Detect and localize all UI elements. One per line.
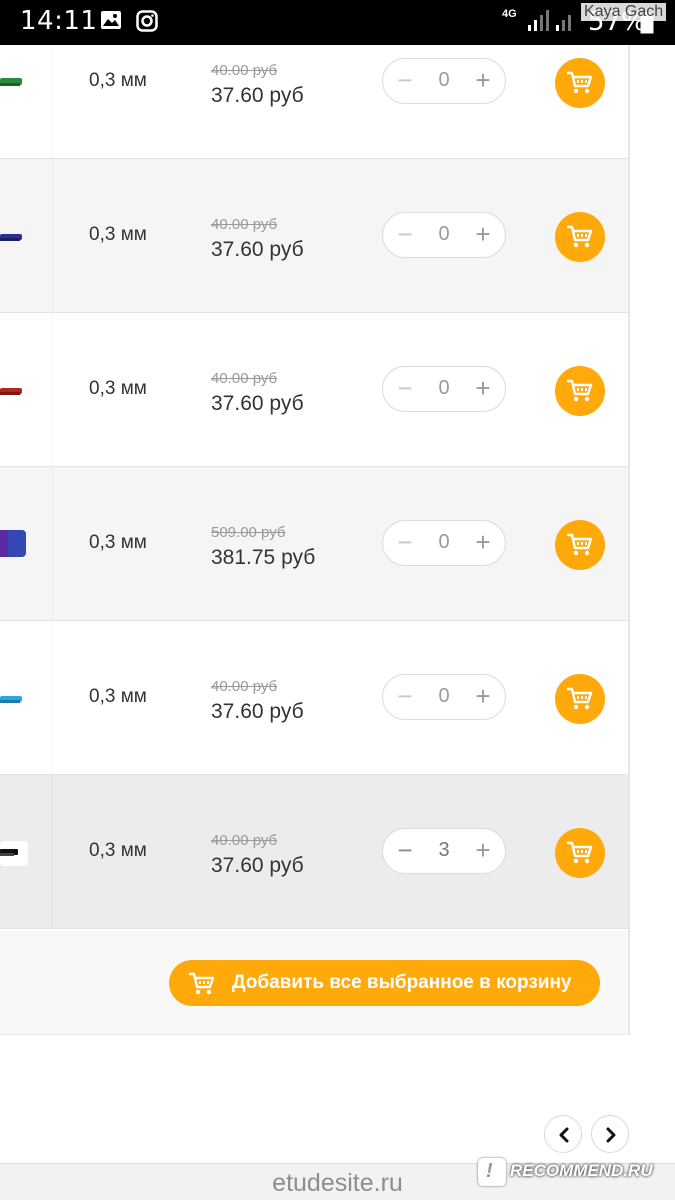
- price: 37.60 руб: [211, 854, 304, 877]
- old-price: 40.00 руб: [211, 216, 278, 233]
- product-color-swatch[interactable]: [0, 693, 24, 712]
- price: 37.60 руб: [211, 700, 304, 723]
- thickness-value: 0,3 мм: [89, 840, 147, 861]
- cart-icon: [566, 225, 593, 248]
- thickness-value: 0,3 мм: [89, 224, 147, 245]
- table-row: 0,3 мм 40.00 руб 37.60 руб − 0 +: [0, 5, 628, 159]
- add-to-cart-button[interactable]: [555, 828, 605, 878]
- quantity-value[interactable]: 0: [423, 69, 465, 92]
- product-color-swatch[interactable]: [0, 530, 28, 563]
- price: 37.60 руб: [211, 392, 304, 415]
- quantity-value[interactable]: 0: [423, 531, 465, 554]
- old-price: 40.00 руб: [211, 370, 278, 387]
- old-price: 40.00 руб: [211, 62, 278, 79]
- product-color-swatch[interactable]: [0, 385, 24, 404]
- add-all-label: Добавить все выбранное в корзину: [232, 972, 572, 993]
- increase-button[interactable]: +: [467, 835, 499, 867]
- thickness-value: 0,3 мм: [89, 532, 147, 553]
- decrease-button[interactable]: −: [389, 373, 421, 405]
- table-row: 0,3 мм 509.00 руб 381.75 руб − 0 +: [0, 467, 628, 621]
- column-divider: [52, 467, 53, 620]
- table-row: 0,3 мм 40.00 руб 37.60 руб − 0 +: [0, 621, 628, 775]
- old-price: 509.00 руб: [211, 524, 286, 541]
- column-divider: [52, 775, 53, 928]
- add-to-cart-button[interactable]: [555, 366, 605, 416]
- chevron-left-icon: [559, 1127, 569, 1143]
- decrease-button[interactable]: −: [389, 527, 421, 559]
- old-price: 40.00 руб: [211, 678, 278, 695]
- product-color-swatch[interactable]: [0, 76, 24, 95]
- quantity-stepper: − 0 +: [382, 58, 506, 104]
- increase-button[interactable]: +: [467, 219, 499, 251]
- cart-icon: [566, 379, 593, 402]
- decrease-button[interactable]: −: [389, 219, 421, 251]
- cart-icon: [566, 687, 593, 710]
- quantity-value[interactable]: 0: [423, 223, 465, 246]
- product-color-swatch[interactable]: [0, 231, 24, 250]
- cart-icon: [566, 71, 593, 94]
- quantity-value[interactable]: 3: [423, 839, 465, 862]
- thickness-value: 0,3 мм: [89, 70, 147, 91]
- old-price: 40.00 руб: [211, 832, 278, 849]
- table-row: 0,3 мм 40.00 руб 37.60 руб − 0 +: [0, 313, 628, 467]
- next-page-button[interactable]: [591, 1115, 629, 1153]
- quantity-stepper: − 0 +: [382, 366, 506, 412]
- price: 37.60 руб: [211, 84, 304, 107]
- table-row: 0,3 мм 40.00 руб 37.60 руб − 0 +: [0, 159, 628, 313]
- increase-button[interactable]: +: [467, 373, 499, 405]
- add-all-to-cart-button[interactable]: Добавить все выбранное в корзину: [169, 960, 600, 1006]
- decrease-button[interactable]: −: [389, 65, 421, 97]
- increase-button[interactable]: +: [467, 681, 499, 713]
- quantity-stepper: − 3 +: [382, 828, 506, 874]
- cart-icon: [566, 841, 593, 864]
- increase-button[interactable]: +: [467, 527, 499, 559]
- thickness-value: 0,3 мм: [89, 686, 147, 707]
- price: 381.75 руб: [211, 546, 316, 569]
- decrease-button[interactable]: −: [389, 835, 421, 867]
- recommend-text: RECOMMEND.RU: [510, 1161, 653, 1180]
- cart-icon: [188, 972, 215, 995]
- add-to-cart-button[interactable]: [555, 674, 605, 724]
- thickness-value: 0,3 мм: [89, 378, 147, 399]
- quantity-stepper: − 0 +: [382, 520, 506, 566]
- add-to-cart-button[interactable]: [555, 520, 605, 570]
- column-divider: [52, 313, 53, 466]
- chevron-right-icon: [606, 1127, 616, 1143]
- table-row: 0,3 мм 40.00 руб 37.60 руб − 3 +: [0, 775, 628, 929]
- decrease-button[interactable]: −: [389, 681, 421, 713]
- product-color-swatch[interactable]: [0, 841, 30, 872]
- increase-button[interactable]: +: [467, 65, 499, 97]
- add-to-cart-button[interactable]: [555, 212, 605, 262]
- quantity-value[interactable]: 0: [423, 685, 465, 708]
- price: 37.60 руб: [211, 238, 304, 261]
- add-to-cart-button[interactable]: [555, 58, 605, 108]
- column-divider: [52, 5, 53, 158]
- prev-page-button[interactable]: [544, 1115, 582, 1153]
- column-divider: [52, 621, 53, 774]
- cart-icon: [566, 533, 593, 556]
- column-divider: [52, 159, 53, 312]
- recommend-logo-icon: !: [478, 1158, 506, 1186]
- quantity-stepper: − 0 +: [382, 212, 506, 258]
- quantity-value[interactable]: 0: [423, 377, 465, 400]
- panel-border: [628, 45, 630, 1035]
- quantity-stepper: − 0 +: [382, 674, 506, 720]
